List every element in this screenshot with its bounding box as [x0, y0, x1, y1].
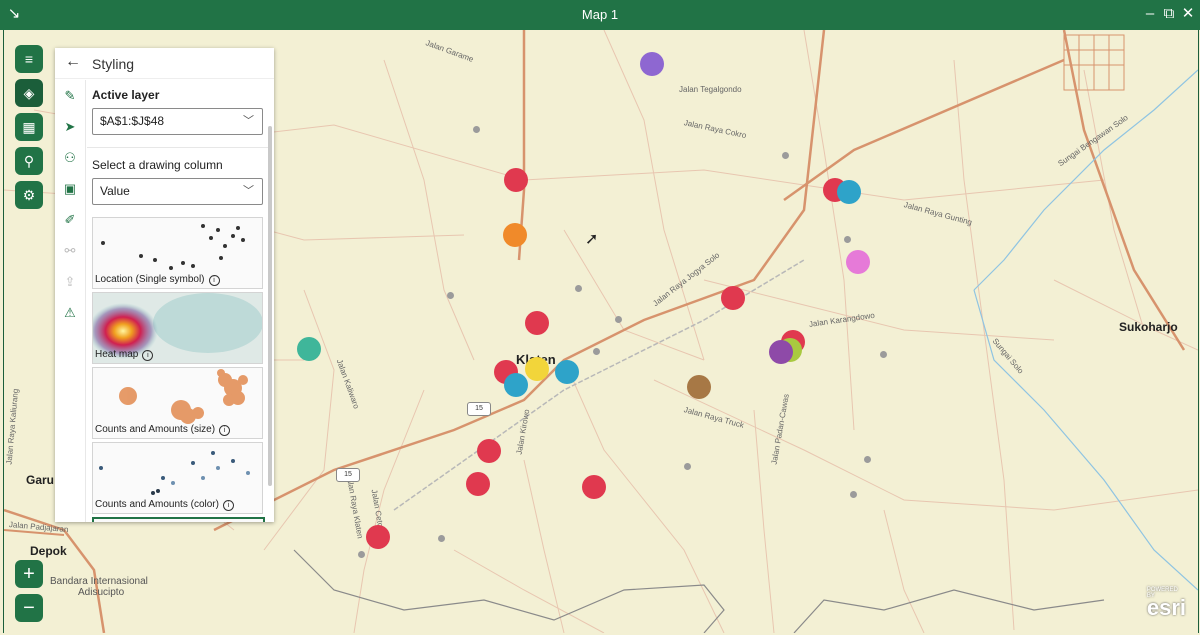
comment-icon[interactable]: ▣ — [55, 173, 85, 204]
map-point-red[interactable] — [504, 168, 528, 192]
info-icon[interactable]: i — [208, 275, 220, 286]
place-label-airport: Bandara Internasional — [50, 576, 148, 587]
active-layer-select[interactable]: $A$1:$J$48 ﹀ — [92, 108, 263, 135]
map-point[interactable] — [358, 551, 365, 558]
map-point[interactable] — [615, 316, 622, 323]
map-point[interactable] — [880, 351, 887, 358]
style-icon[interactable]: ✎ — [55, 80, 85, 111]
panel-header: ← Styling — [55, 48, 274, 79]
info-icon[interactable]: i — [219, 425, 231, 436]
info-icon[interactable]: i — [222, 500, 234, 511]
highway-shield: 15 — [336, 468, 360, 482]
drawing-column-select[interactable]: Value ﹀ — [92, 178, 263, 205]
zoom-out-button[interactable]: − — [15, 594, 43, 622]
place-label-garu: Garu — [26, 473, 55, 487]
route-icon[interactable]: ⚯ — [55, 235, 85, 266]
user-settings-icon[interactable]: ⚙ — [15, 181, 43, 209]
map-point-red[interactable] — [466, 472, 490, 496]
analysis-icon[interactable]: ⚠ — [55, 297, 85, 328]
map-point-pink[interactable] — [846, 250, 870, 274]
mouse-cursor-icon: ➚ — [585, 231, 599, 248]
map-point-cyan[interactable] — [504, 373, 528, 397]
panel-rail: ✎ ➤ ⚇ ▣ ✐ ⚯ ⇪ ⚠ — [55, 80, 86, 522]
window-title: Map 1 — [581, 7, 619, 22]
style-option-categories[interactable] — [92, 517, 265, 522]
title-bar: ↘ Map 1 – ⧉ ✕ — [0, 0, 1200, 30]
map-point-red[interactable] — [721, 286, 745, 310]
panel-title: Styling — [92, 56, 135, 72]
drawing-column-value: Value — [100, 184, 130, 198]
map-toolbar: ≡ ◈ ▦ ⚲ ⚙ — [15, 45, 45, 215]
network-icon[interactable]: ⚇ — [55, 142, 85, 173]
powered-by-label: POWERED BY — [1146, 587, 1178, 599]
search-icon[interactable]: ⚲ — [15, 147, 43, 175]
map-point-red[interactable] — [366, 525, 390, 549]
style-option-label: Counts and Amounts (size) i — [95, 424, 231, 436]
map-point[interactable] — [850, 491, 857, 498]
table-icon[interactable]: ▦ — [15, 113, 43, 141]
map-point-cyan[interactable] — [837, 180, 861, 204]
style-option-text: Counts and Amounts (color) — [95, 499, 219, 510]
style-option-text: Heat map — [95, 349, 139, 360]
zoom-controls: + − — [15, 560, 45, 628]
map-point-teal[interactable] — [297, 337, 321, 361]
map-point[interactable] — [782, 152, 789, 159]
active-layer-value: $A$1:$J$48 — [100, 114, 165, 128]
map-point-red[interactable] — [525, 311, 549, 335]
divider — [87, 147, 268, 148]
back-arrow-icon[interactable]: ← — [65, 53, 81, 71]
map-point-yellow[interactable] — [525, 357, 549, 381]
style-option-label: Counts and Amounts (color) i — [95, 499, 234, 511]
place-label-airport-name: Adisucipto — [78, 587, 125, 598]
map-point[interactable] — [593, 348, 600, 355]
chevron-down-icon: ﹀ — [243, 115, 254, 127]
zoom-in-button[interactable]: + — [15, 560, 43, 588]
style-option-single-symbol[interactable]: Location (Single symbol) i — [92, 217, 263, 289]
highway-shield: 15 — [467, 402, 491, 416]
style-option-label: Heat map i — [95, 349, 154, 361]
map-point-red[interactable] — [582, 475, 606, 499]
map-point-violet[interactable] — [769, 340, 793, 364]
active-layer-label: Active layer — [92, 88, 160, 102]
map-point-brown[interactable] — [687, 375, 711, 399]
style-option-heat-map[interactable]: Heat map i — [92, 292, 263, 364]
map-point[interactable] — [864, 456, 871, 463]
close-button[interactable]: ✕ — [1178, 4, 1198, 24]
share-icon[interactable]: ⇪ — [55, 266, 85, 297]
drawing-column-label: Select a drawing column — [92, 158, 223, 172]
panel-scrollbar[interactable] — [268, 126, 272, 486]
map-point[interactable] — [447, 292, 454, 299]
map-point-cyan[interactable] — [555, 360, 579, 384]
esri-logo: POWERED BY esri — [1147, 587, 1186, 621]
style-option-counts-size[interactable]: Counts and Amounts (size) i — [92, 367, 263, 439]
style-option-counts-color[interactable]: Counts and Amounts (color) i — [92, 442, 263, 514]
measure-icon[interactable]: ✐ — [55, 204, 85, 235]
minimize-button[interactable]: – — [1140, 4, 1160, 24]
map-point-red[interactable] — [477, 439, 501, 463]
map-point[interactable] — [575, 285, 582, 292]
style-option-text: Counts and Amounts (size) — [95, 424, 216, 435]
layers-icon[interactable]: ◈ — [15, 79, 43, 107]
style-option-label: Location (Single symbol) i — [95, 274, 220, 286]
road-label: Jalan Tegalgondo — [679, 85, 742, 94]
map-point[interactable] — [438, 535, 445, 542]
maximize-button[interactable]: ⧉ — [1159, 4, 1179, 24]
place-label-sukoharjo: Sukoharjo — [1119, 320, 1178, 334]
map-point-orange[interactable] — [503, 223, 527, 247]
style-option-text: Location (Single symbol) — [95, 274, 205, 285]
map-point-purple[interactable] — [640, 52, 664, 76]
map-point[interactable] — [844, 236, 851, 243]
map-point[interactable] — [473, 126, 480, 133]
place-label-depok: Depok — [30, 544, 67, 558]
info-icon[interactable]: i — [142, 350, 154, 361]
styling-panel: ← Styling ✎ ➤ ⚇ ▣ ✐ ⚯ ⇪ ⚠ Active layer $… — [55, 48, 274, 522]
select-icon[interactable]: ➤ — [55, 111, 85, 142]
panel-body: Active layer $A$1:$J$48 ﹀ Select a drawi… — [87, 88, 268, 522]
map-point[interactable] — [684, 463, 691, 470]
hamburger-icon[interactable]: ≡ — [15, 45, 43, 73]
chevron-down-icon: ﹀ — [243, 185, 254, 197]
